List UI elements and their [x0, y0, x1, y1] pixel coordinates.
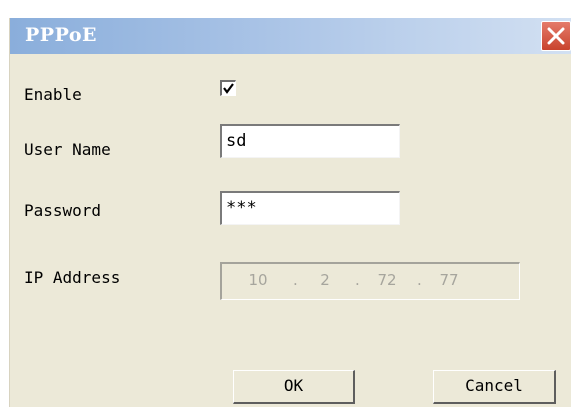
cancel-button[interactable]: Cancel: [433, 370, 556, 404]
pppoe-dialog: PPPoE Enable User Name sd Password *** I…: [10, 18, 571, 407]
ip-address-field[interactable]: 10 . 2 . 72 . 77: [220, 262, 520, 300]
ip-separator: .: [293, 271, 298, 289]
close-button[interactable]: [541, 21, 571, 51]
ip-octet-4: 77: [439, 271, 459, 289]
ip-address-label: IP Address: [24, 268, 121, 287]
password-input[interactable]: ***: [220, 191, 400, 225]
ok-button[interactable]: OK: [233, 370, 355, 404]
enable-label: Enable: [24, 85, 82, 104]
checkmark-icon: [223, 83, 234, 94]
username-input[interactable]: sd: [220, 124, 400, 158]
ip-separator: .: [417, 271, 422, 289]
dialog-title: PPPoE: [25, 24, 98, 46]
title-bar[interactable]: PPPoE: [10, 18, 571, 54]
ip-separator: .: [355, 271, 360, 289]
ip-octet-1: 10: [248, 271, 268, 289]
enable-checkbox[interactable]: [220, 80, 236, 96]
ip-octet-2: 2: [320, 271, 330, 289]
close-icon: [547, 27, 565, 45]
username-label: User Name: [24, 140, 111, 159]
ip-octet-3: 72: [377, 271, 397, 289]
password-label: Password: [24, 201, 102, 220]
